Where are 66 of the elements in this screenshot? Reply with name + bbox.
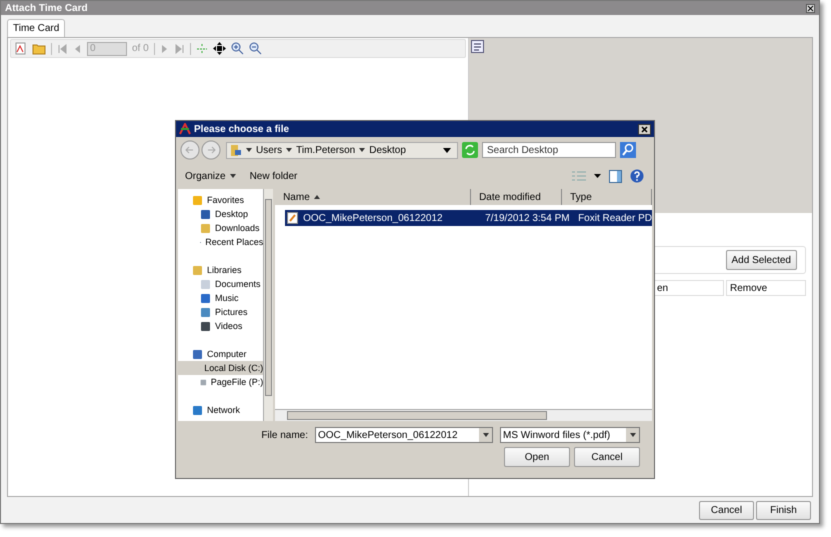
file-row[interactable]: OOC_MikePeterson_06122012 7/19/2012 3:54 PM Foxit Reader PD	[285, 210, 652, 226]
caret-icon	[314, 195, 320, 199]
nav-item[interactable]: Downloads	[178, 221, 264, 235]
breadcrumb-item[interactable]: Tim.Peterson	[296, 144, 356, 156]
scrollbar[interactable]	[263, 189, 274, 421]
window-title: Attach Time Card	[5, 2, 88, 14]
new-folder-button[interactable]: New folder	[246, 170, 300, 182]
nav-item[interactable]: Network	[178, 403, 264, 417]
close-icon[interactable]	[638, 124, 651, 134]
dropdown-arrow-icon[interactable]	[594, 174, 601, 178]
caret-icon	[630, 433, 636, 437]
nav-item[interactable]: Documents	[178, 277, 264, 291]
caret-icon	[230, 174, 236, 178]
nav-item[interactable]: Local Disk (C:)	[178, 361, 264, 375]
nav-item[interactable]: Videos	[178, 319, 264, 333]
search-field[interactable]: Search Desktop	[482, 142, 616, 158]
dialog-button[interactable]: Cancel	[574, 447, 640, 467]
column-header[interactable]: Name	[275, 189, 472, 205]
page-count: of 0	[132, 43, 149, 54]
footer-button[interactable]: Cancel	[699, 501, 754, 520]
refresh-icon[interactable]	[462, 142, 478, 158]
breadcrumb-item[interactable]: Desktop	[369, 144, 406, 156]
nav-item[interactable]: Libraries	[178, 263, 264, 277]
close-icon[interactable]	[806, 4, 815, 12]
expand-icon[interactable]	[471, 40, 484, 53]
file-name: OOC_MikePeterson_06122012	[302, 212, 443, 224]
dialog-title: Please choose a file	[194, 124, 290, 134]
dropdown-arrow-icon[interactable]	[443, 148, 451, 152]
nav-item[interactable]: PageFile (P:)	[178, 375, 264, 389]
file-type: Foxit Reader PD	[577, 212, 652, 224]
tab[interactable]: Time Card	[7, 19, 66, 37]
search-icon[interactable]	[620, 142, 636, 158]
file-type-dropdown[interactable]: MS Winword files (*.pdf)	[500, 427, 640, 443]
pdf-icon[interactable]	[14, 42, 27, 55]
nav-item[interactable]: Music	[178, 291, 264, 305]
app-logo-icon	[179, 123, 191, 135]
caret-icon	[246, 148, 252, 152]
back-forward-icon[interactable]	[180, 140, 222, 160]
breadcrumb-item[interactable]: Users	[256, 144, 282, 156]
organize-button[interactable]: Organize	[182, 170, 239, 182]
scrollbar[interactable]	[275, 409, 652, 421]
column-header[interactable]: Type	[562, 189, 652, 205]
move-icon[interactable]	[212, 42, 226, 55]
fit-page-icon[interactable]	[196, 42, 208, 54]
caret-icon	[482, 433, 488, 437]
nav-item[interactable]: Favorites	[178, 193, 264, 207]
address-bar[interactable]: Users Tim.Peterson Desktop	[226, 142, 458, 158]
help-icon[interactable]	[630, 169, 644, 183]
file-date: 7/19/2012 3:54 PM	[484, 212, 571, 224]
footer-button[interactable]: Finish	[756, 501, 811, 520]
dialog-button[interactable]: Open	[504, 447, 570, 467]
pdf-file-icon	[287, 212, 298, 224]
nav-item[interactable]: Computer	[178, 347, 264, 361]
caret-icon	[286, 148, 292, 152]
zoom-out-icon[interactable]	[248, 42, 262, 55]
file-name-field[interactable]: OOC_MikePeterson_06122012	[315, 427, 493, 443]
zoom-in-icon[interactable]	[230, 42, 244, 55]
nav-item[interactable]: Recent Places	[178, 235, 264, 249]
column-header: Remove	[726, 280, 806, 296]
caret-icon	[359, 148, 366, 152]
preview-pane-icon[interactable]	[609, 170, 622, 182]
nav-item[interactable]: Pictures	[178, 305, 264, 319]
add-selected-button[interactable]: Add Selected	[726, 250, 797, 270]
column-header[interactable]: Date modified	[471, 189, 562, 205]
nav-item[interactable]: Desktop	[178, 207, 264, 221]
file-name-label: File name:	[261, 430, 308, 440]
